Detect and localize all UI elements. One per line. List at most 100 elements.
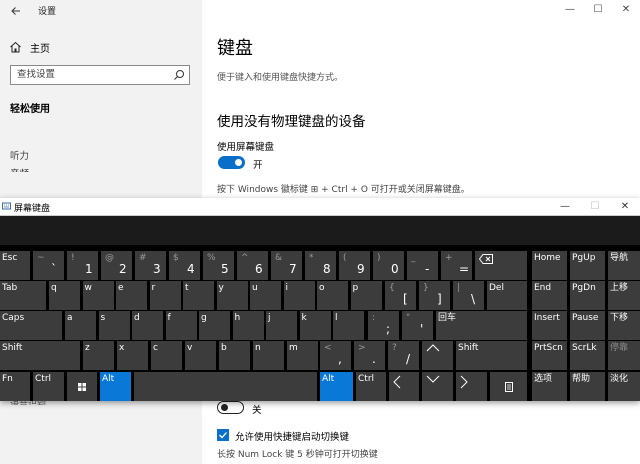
- osk-maximize-button[interactable]: ☐: [580, 198, 610, 216]
- key-period[interactable]: >.: [354, 341, 385, 370]
- key-n2[interactable]: @2: [101, 251, 132, 280]
- maximize-button[interactable]: ☐: [584, 0, 612, 20]
- key-q[interactable]: q: [49, 281, 80, 310]
- key-right[interactable]: [456, 372, 487, 401]
- key-ctrl-right[interactable]: Ctrl: [356, 372, 386, 401]
- key-shift-left[interactable]: Shift: [0, 341, 80, 370]
- osk-close-button[interactable]: ✕: [610, 198, 640, 216]
- key-insert[interactable]: Insert: [532, 311, 567, 340]
- key-ctrl-left[interactable]: Ctrl: [33, 372, 64, 401]
- key-up[interactable]: [422, 341, 453, 370]
- key-n1[interactable]: ! 1: [67, 251, 98, 280]
- search-icon[interactable]: [173, 69, 185, 81]
- key-l[interactable]: l: [333, 311, 364, 340]
- key-tab[interactable]: Tab: [0, 281, 46, 310]
- key-v[interactable]: v: [185, 341, 216, 370]
- key-a[interactable]: a: [65, 311, 96, 340]
- key-n7[interactable]: & 7: [271, 251, 302, 280]
- sidebar-item-audio[interactable]: 音频: [10, 166, 29, 172]
- key-r[interactable]: r: [149, 281, 181, 310]
- key-fade[interactable]: 淡化: [608, 372, 640, 401]
- key-j[interactable]: j: [266, 311, 297, 340]
- back-button[interactable]: [6, 2, 26, 20]
- key-p[interactable]: p: [350, 281, 382, 310]
- key-alt-left[interactable]: Alt: [100, 372, 131, 401]
- key-d[interactable]: d: [132, 311, 163, 340]
- minimize-button[interactable]: —: [556, 0, 584, 20]
- key-o[interactable]: o: [317, 281, 348, 310]
- key-n9[interactable]: (9: [339, 251, 370, 280]
- key-n5[interactable]: % 5: [203, 251, 234, 280]
- key-minus[interactable]: _ -: [407, 251, 438, 280]
- key-down[interactable]: [422, 372, 453, 401]
- key-x[interactable]: x: [117, 341, 148, 370]
- key-space[interactable]: [134, 372, 317, 401]
- key-end[interactable]: End: [532, 281, 567, 310]
- key-n3[interactable]: #3: [135, 251, 166, 280]
- key-equal[interactable]: + =: [441, 251, 472, 280]
- toggle-keys-switch[interactable]: [217, 401, 244, 414]
- key-s[interactable]: s: [98, 311, 130, 340]
- key-shift-right[interactable]: Shift: [456, 341, 527, 370]
- key-n-label: n: [255, 343, 261, 353]
- key-enter[interactable]: 回车: [436, 311, 527, 340]
- key-n4[interactable]: $4: [169, 251, 200, 280]
- key-prtscn[interactable]: PrtScn: [532, 341, 567, 370]
- key-scrlk[interactable]: ScrLk: [570, 341, 605, 370]
- key-pause[interactable]: Pause: [570, 311, 605, 340]
- key-options[interactable]: 选项: [532, 372, 567, 401]
- key-nav[interactable]: 导航: [608, 251, 640, 280]
- key-moveup[interactable]: 上移: [608, 281, 640, 310]
- key-z[interactable]: z: [83, 341, 114, 370]
- key-comma[interactable]: <,: [320, 341, 351, 370]
- settings-search[interactable]: [10, 65, 190, 85]
- key-c[interactable]: c: [151, 341, 182, 370]
- key-h[interactable]: h: [232, 311, 264, 340]
- key-movedown[interactable]: 下移: [608, 311, 640, 340]
- key-f[interactable]: f: [165, 311, 197, 340]
- key-backspace[interactable]: [475, 251, 527, 280]
- key-windows[interactable]: [67, 372, 97, 401]
- key-semicolon[interactable]: :;: [368, 311, 399, 340]
- key-esc[interactable]: Esc: [0, 251, 30, 280]
- key-backtick-shift-label: ~: [37, 253, 45, 263]
- close-button[interactable]: ✕: [612, 0, 640, 20]
- key-backslash[interactable]: | \: [453, 281, 484, 310]
- key-quote[interactable]: " ': [402, 311, 433, 340]
- key-lbracket[interactable]: {[: [385, 281, 416, 310]
- key-left[interactable]: [389, 372, 419, 401]
- key-menu[interactable]: [490, 372, 527, 401]
- key-movedown-label: 下移: [610, 313, 629, 323]
- key-t[interactable]: t: [183, 281, 214, 310]
- key-i[interactable]: i: [283, 281, 315, 310]
- key-y[interactable]: y: [216, 281, 248, 310]
- key-rbracket[interactable]: }]: [419, 281, 450, 310]
- key-g[interactable]: g: [199, 311, 230, 340]
- key-n6[interactable]: ^ 6: [237, 251, 268, 280]
- key-w[interactable]: w: [82, 281, 114, 310]
- key-m[interactable]: m: [287, 341, 318, 370]
- key-u[interactable]: u: [250, 281, 281, 310]
- key-e[interactable]: e: [116, 281, 147, 310]
- key-k[interactable]: k: [299, 311, 331, 340]
- key-b[interactable]: b: [219, 341, 250, 370]
- key-backtick[interactable]: ~ `: [33, 251, 64, 280]
- osk-toggle-switch[interactable]: [218, 156, 245, 169]
- key-alt-right[interactable]: Alt: [320, 372, 353, 401]
- nav-home[interactable]: 主页: [9, 39, 50, 55]
- key-n[interactable]: n: [253, 341, 284, 370]
- key-del[interactable]: Del: [487, 281, 527, 310]
- key-n0[interactable]: ) 0: [373, 251, 404, 280]
- key-n8[interactable]: * 8: [305, 251, 336, 280]
- key-fn[interactable]: Fn: [0, 372, 30, 401]
- shortcut-checkbox[interactable]: [217, 429, 229, 441]
- search-input[interactable]: [17, 69, 167, 80]
- osk-minimize-button[interactable]: —: [550, 198, 580, 216]
- key-dock[interactable]: 停靠: [608, 341, 640, 370]
- key-caps[interactable]: Caps: [0, 311, 62, 340]
- key-slash[interactable]: ? /: [388, 341, 419, 370]
- key-pgdn[interactable]: PgDn: [570, 281, 605, 310]
- key-home[interactable]: Home: [532, 251, 567, 280]
- key-help[interactable]: 帮助: [570, 372, 605, 401]
- key-pgup[interactable]: PgUp: [570, 251, 605, 280]
